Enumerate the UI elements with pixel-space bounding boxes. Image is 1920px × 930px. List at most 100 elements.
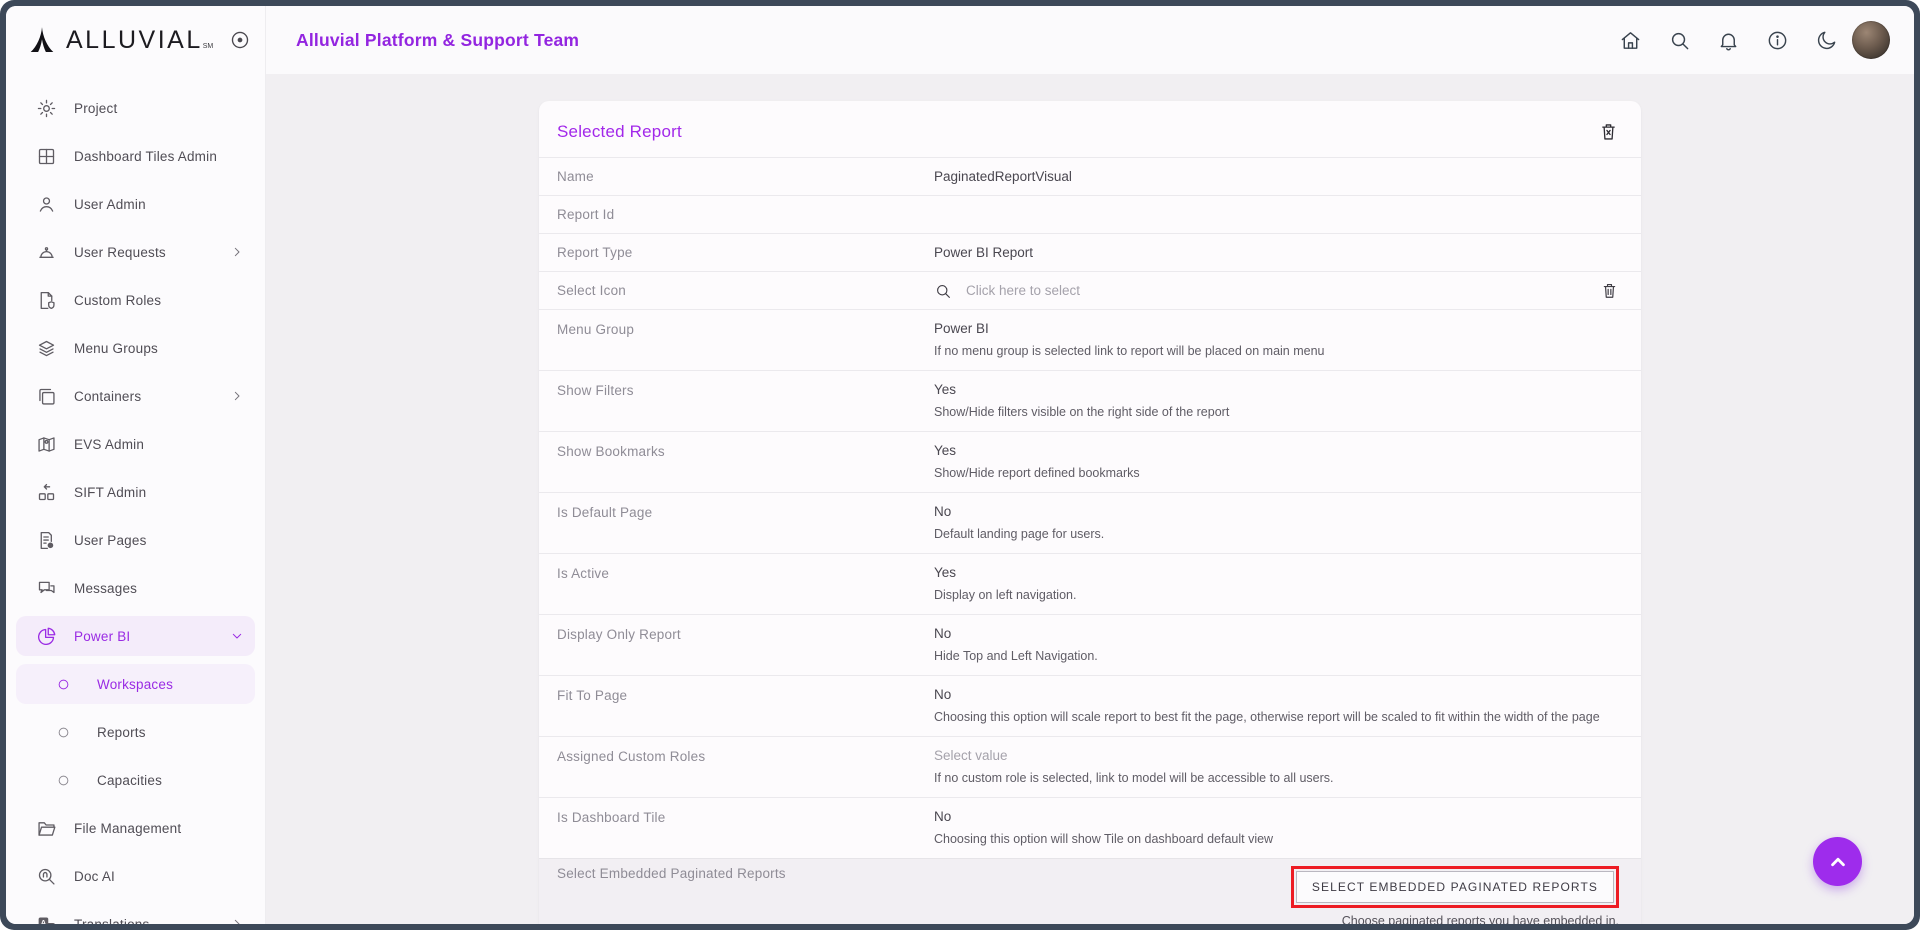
sidebar-item-label: Reports [97, 725, 245, 740]
sidebar-item-containers[interactable]: Containers [16, 376, 255, 416]
selected-report-card: Selected Report NamePaginatedReportVisua… [539, 101, 1641, 924]
sidebar-item-dashboard-tiles-admin[interactable]: Dashboard Tiles Admin [16, 136, 255, 176]
row-value: No [934, 809, 1619, 824]
row-value: No [934, 504, 1619, 519]
row-value: No [934, 626, 1619, 641]
sidebar-item-label: Power BI [74, 629, 229, 644]
main-area: Selected Report NamePaginatedReportVisua… [266, 74, 1914, 924]
sidebar-item-label: EVS Admin [74, 437, 245, 452]
row-content: Power BI Report [934, 245, 1619, 260]
delete-report-icon[interactable] [1598, 121, 1619, 142]
sidebar-item-reports[interactable]: Reports [16, 712, 255, 752]
icon-picker-field[interactable]: Click here to select [934, 281, 1619, 300]
sidebar-item-label: Menu Groups [74, 341, 245, 356]
card-header: Selected Report [539, 101, 1641, 157]
notifications-icon[interactable] [1717, 29, 1740, 52]
row-label: Report Type [557, 245, 934, 260]
user-icon [36, 194, 57, 215]
row-content: NoChoosing this option will show Tile on… [934, 809, 1619, 846]
row-assigned-custom-roles: Assigned Custom RolesSelect valueIf no c… [539, 736, 1641, 797]
sidebar-item-custom-roles[interactable]: Custom Roles [16, 280, 255, 320]
sidebar-item-menu-groups[interactable]: Menu Groups [16, 328, 255, 368]
sidebar-item-user-admin[interactable]: User Admin [16, 184, 255, 224]
row-value: Yes [934, 443, 1619, 458]
window-frame: ALLUVIALSM Project Dashboard Tiles Admin U… [0, 0, 1920, 930]
search-icon[interactable] [1668, 29, 1691, 52]
row-show-filters: Show FiltersYesShow/Hide filters visible… [539, 370, 1641, 431]
doc-ai-icon [36, 866, 57, 887]
row-is-dashboard-tile: Is Dashboard TileNoChoosing this option … [539, 797, 1641, 858]
sidebar-item-label: Doc AI [74, 869, 245, 884]
file-shield-icon [36, 290, 57, 311]
dashboard-tiles-icon [36, 146, 57, 167]
row-description: Choose paginated reports you have embedd… [1342, 914, 1619, 924]
select-embedded-paginated-reports-button[interactable]: SELECT EMBEDDED PAGINATED REPORTS [1296, 871, 1614, 903]
row-content: Power BI If no menu group is selected lin… [934, 321, 1619, 358]
sidebar-item-capacities[interactable]: Capacities [16, 760, 255, 800]
request-dome-icon [36, 242, 57, 263]
sidebar-item-workspaces[interactable]: Workspaces [16, 664, 255, 704]
chevron-up-icon [1825, 849, 1851, 875]
row-is-default-page: Is Default PageNoDefault landing page fo… [539, 492, 1641, 553]
sidebar-item-evs-admin[interactable]: EVS Admin [16, 424, 255, 464]
sidebar-item-label: User Requests [74, 245, 229, 260]
brand-name: ALLUVIALSM [66, 26, 213, 55]
row-label: Display Only Report [557, 626, 934, 642]
map-icon [36, 434, 57, 455]
row-description: Choosing this option will scale report t… [934, 710, 1619, 724]
row-value: Power BI [934, 321, 1619, 336]
sidebar-item-label: Capacities [97, 773, 245, 788]
scroll-to-top-button[interactable] [1813, 837, 1862, 886]
row-content: No Hide Top and Left Navigation. [934, 626, 1619, 663]
row-value: No [934, 687, 1619, 702]
brand-trademark: SM [203, 43, 214, 50]
row-description: Display on left navigation. [934, 588, 1619, 602]
info-icon[interactable] [1766, 29, 1789, 52]
sidebar-item-messages[interactable]: Messages [16, 568, 255, 608]
row-select-embedded-paginated-reports: Select Embedded Paginated Reports SELECT … [539, 858, 1641, 924]
row-name: NamePaginatedReportVisual [539, 157, 1641, 195]
row-description: Hide Top and Left Navigation. [934, 649, 1619, 663]
radio-icon [56, 773, 71, 788]
row-label: Select Embedded Paginated Reports [557, 866, 934, 881]
alluvial-logo-icon [28, 25, 56, 55]
sidebar-collapse-toggle[interactable] [229, 29, 251, 51]
row-content: YesShow/Hide filters visible on the righ… [934, 382, 1619, 419]
row-content: Yes Display on left navigation. [934, 565, 1619, 602]
row-placeholder[interactable]: Select value [934, 748, 1619, 763]
sidebar-item-project[interactable]: Project [16, 88, 255, 128]
search-icon [934, 282, 952, 300]
trash-icon[interactable] [1600, 281, 1619, 300]
gear-icon [36, 98, 57, 119]
row-label: Is Dashboard Tile [557, 809, 934, 825]
sidebar-item-power-bi[interactable]: Power BI [16, 616, 255, 656]
dark-mode-icon[interactable] [1815, 29, 1838, 52]
file-info-icon [36, 530, 57, 551]
page-title: Alluvial Platform & Support Team [296, 30, 579, 51]
user-avatar[interactable] [1852, 21, 1890, 59]
sidebar-item-sift-admin[interactable]: SIFT Admin [16, 472, 255, 512]
row-label: Is Active [557, 565, 934, 581]
containers-icon [36, 386, 57, 407]
sidebar-item-file-management[interactable]: File Management [16, 808, 255, 848]
radio-icon [56, 677, 71, 692]
sidebar-item-translations[interactable]: ATranslations [16, 904, 255, 924]
row-description: If no menu group is selected link to rep… [934, 344, 1619, 358]
row-label: Menu Group [557, 321, 934, 337]
row-value: Yes [934, 382, 1619, 397]
row-show-bookmarks: Show BookmarksYesShow/Hide report define… [539, 431, 1641, 492]
row-content: Select valueIf no custom role is selecte… [934, 748, 1619, 785]
sidebar-item-user-pages[interactable]: User Pages [16, 520, 255, 560]
sidebar-item-doc-ai[interactable]: Doc AI [16, 856, 255, 896]
sidebar: ALLUVIALSM Project Dashboard Tiles Admin U… [6, 6, 266, 924]
row-value: Yes [934, 565, 1619, 580]
row-label: Assigned Custom Roles [557, 748, 934, 764]
top-header: Alluvial Platform & Support Team [266, 6, 1914, 74]
sidebar-item-user-requests[interactable]: User Requests [16, 232, 255, 272]
home-icon[interactable] [1619, 29, 1642, 52]
chevron-right-icon [229, 244, 245, 260]
row-fit-to-page: Fit To PageNoChoosing this option will s… [539, 675, 1641, 736]
row-description: Show/Hide report defined bookmarks [934, 466, 1619, 480]
sidebar-item-label: Project [74, 101, 245, 116]
row-label: Is Default Page [557, 504, 934, 520]
